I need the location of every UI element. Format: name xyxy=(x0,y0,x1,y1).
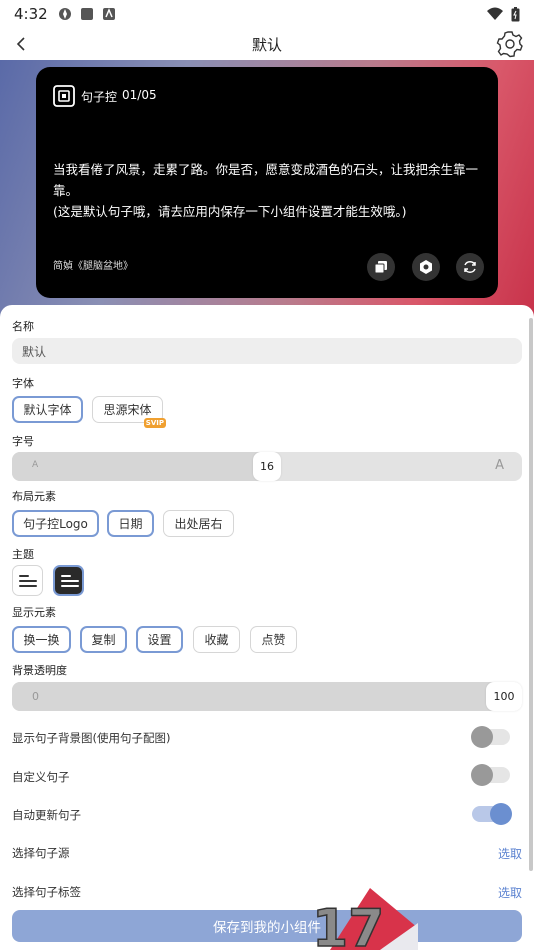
theme-label: 主题 xyxy=(12,548,34,561)
show-bg-toggle[interactable] xyxy=(471,726,510,748)
theme-light-option[interactable] xyxy=(12,565,43,596)
toggle-knob xyxy=(471,764,493,786)
layout-option-logo[interactable]: 句子控Logo xyxy=(12,510,99,537)
font-option-label: 思源宋体 xyxy=(103,403,152,417)
name-field[interactable] xyxy=(12,338,522,364)
slider-fill xyxy=(12,452,267,481)
app-logo-icon xyxy=(53,85,75,107)
font-size-slider[interactable]: A A 16 xyxy=(12,452,522,481)
widget-preview: 句子控 01/05 当我看倦了风景，走累了路。你是否，愿意变成酒色的石头，让我把… xyxy=(36,67,498,298)
widget-source: 简媜《腿脑盆地》 xyxy=(53,261,133,272)
battery-icon xyxy=(511,6,520,21)
slider-fill xyxy=(12,682,504,711)
font-option-source-han-serif[interactable]: 思源宋体 SVIP xyxy=(92,396,166,428)
app-notification-icon xyxy=(58,8,71,20)
layout-label: 布局元素 xyxy=(12,490,56,503)
text-notification-icon xyxy=(102,8,115,20)
square-notification-icon xyxy=(80,8,93,20)
wifi-icon xyxy=(487,7,503,20)
slider-knob[interactable]: 100 xyxy=(486,682,522,711)
auto-update-toggle[interactable] xyxy=(472,803,512,825)
select-tag-label: 选择句子标签 xyxy=(12,885,81,899)
slider-max-label: A xyxy=(495,458,504,473)
slider-min-label: A xyxy=(32,460,39,470)
custom-sentence-toggle[interactable] xyxy=(471,764,510,786)
quote-line: (这是默认句子哦，请去应用内保存一下小组件设置才能生效哦。) xyxy=(53,204,407,219)
save-to-widget-button[interactable]: 保存到我的小组件 xyxy=(12,910,522,942)
auto-update-label: 自动更新句子 xyxy=(12,808,81,822)
opacity-slider[interactable]: 0 100 xyxy=(12,682,522,711)
copy-icon[interactable] xyxy=(367,253,395,281)
slider-min-label: 0 xyxy=(32,690,39,703)
font-label: 字体 xyxy=(12,377,34,390)
svip-badge: SVIP xyxy=(143,418,166,428)
widget-brand: 句子控 xyxy=(81,90,118,104)
refresh-icon[interactable] xyxy=(456,253,484,281)
select-source-link[interactable]: 选取 xyxy=(498,845,522,862)
theme-dark-option[interactable] xyxy=(53,565,84,596)
status-bar: 4:32 xyxy=(0,0,534,28)
widget-date: 01/05 xyxy=(122,88,157,102)
select-source-label: 选择句子源 xyxy=(12,846,70,860)
select-tag-link[interactable]: 选取 xyxy=(498,884,522,901)
watermark-text: 17 xyxy=(312,899,384,950)
font-option-default[interactable]: 默认字体 xyxy=(12,396,83,423)
custom-sentence-label: 自定义句子 xyxy=(12,770,70,784)
gear-icon[interactable] xyxy=(496,30,524,58)
watermark-logo: 17 xyxy=(311,888,418,950)
status-time: 4:32 xyxy=(14,5,48,23)
toggle-knob xyxy=(490,803,512,825)
display-option-settings[interactable]: 设置 xyxy=(136,626,183,653)
display-label: 显示元素 xyxy=(12,606,56,619)
opacity-label: 背景透明度 xyxy=(12,664,67,677)
slider-knob[interactable]: 16 xyxy=(253,452,281,481)
back-arrow-icon[interactable] xyxy=(10,32,34,56)
show-bg-label: 显示句子背景图(使用句子配图) xyxy=(12,731,171,745)
toggle-knob xyxy=(471,726,493,748)
layout-option-source-right[interactable]: 出处居右 xyxy=(163,510,234,537)
scrollbar[interactable] xyxy=(529,318,533,871)
name-label: 名称 xyxy=(12,320,34,333)
display-option-favorite[interactable]: 收藏 xyxy=(193,626,240,653)
layout-option-date[interactable]: 日期 xyxy=(107,510,154,537)
title-bar: 默认 xyxy=(0,28,534,60)
font-size-label: 字号 xyxy=(12,435,34,448)
quote-line: 当我看倦了风景，走累了路。你是否，愿意变成酒色的石头，让我把余生靠一靠。 xyxy=(53,162,479,198)
widget-quote: 当我看倦了风景，走累了路。你是否，愿意变成酒色的石头，让我把余生靠一靠。 (这是… xyxy=(53,159,493,222)
display-option-copy[interactable]: 复制 xyxy=(80,626,127,653)
display-option-shuffle[interactable]: 换一换 xyxy=(12,626,71,653)
page-title: 默认 xyxy=(251,35,282,54)
settings-hex-icon[interactable] xyxy=(412,253,440,281)
display-option-like[interactable]: 点赞 xyxy=(250,626,297,653)
